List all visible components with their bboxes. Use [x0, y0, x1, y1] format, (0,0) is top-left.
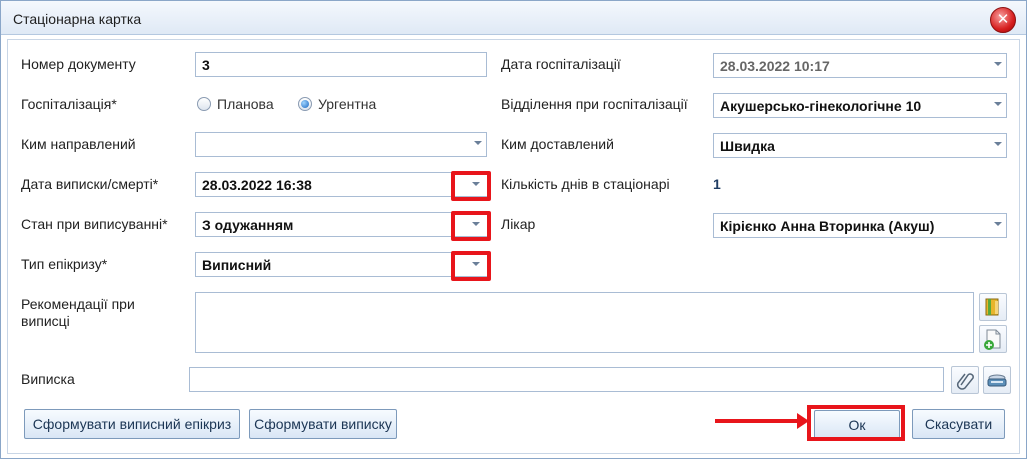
close-button[interactable]: ✕ — [990, 7, 1016, 33]
department-value: Акушерсько-гінекологічне 10 — [720, 98, 922, 114]
chevron-down-icon[interactable] — [994, 62, 1002, 66]
add-document-icon — [984, 329, 1001, 350]
hospitalization-date-value: 28.03.2022 10:17 — [720, 58, 830, 74]
chevron-down-icon[interactable] — [994, 102, 1002, 106]
department-combo[interactable]: Акушерсько-гінекологічне 10 — [713, 93, 1007, 118]
doctor-label: Лікар — [501, 216, 536, 232]
form-epicrisis-button[interactable]: Сформувати виписний епікриз — [24, 409, 240, 439]
attach-button[interactable] — [951, 366, 979, 394]
cancel-button[interactable]: Скасувати — [912, 409, 1005, 439]
scan-button[interactable] — [983, 366, 1011, 394]
add-document-button[interactable] — [979, 325, 1007, 353]
epicrisis-type-value: Виписний — [202, 257, 272, 273]
delivered-by-label: Ким доставлений — [501, 136, 614, 152]
window-title: Стаціонарна картка — [13, 11, 142, 27]
chevron-down-icon[interactable] — [474, 141, 482, 145]
doctor-value: Кірієнко Анна Вторинка (Акуш) — [720, 218, 935, 234]
book-templates-button[interactable] — [979, 293, 1007, 321]
department-label: Відділення при госпіталізації — [501, 96, 688, 112]
hospitalization-date-combo[interactable]: 28.03.2022 10:17 — [713, 53, 1007, 78]
doctor-combo[interactable]: Кірієнко Анна Вторинка (Акуш) — [713, 213, 1007, 238]
dialog-window: Стаціонарна картка ✕ Номер документу 3 Д… — [0, 0, 1027, 459]
title-bar: Стаціонарна картка ✕ — [1, 1, 1026, 35]
doc-number-field[interactable]: 3 — [195, 52, 487, 77]
referred-by-label: Ким направлений — [21, 136, 136, 152]
highlight-box — [451, 171, 491, 201]
referred-by-combo[interactable] — [195, 132, 487, 157]
chevron-down-icon[interactable] — [994, 142, 1002, 146]
highlight-box — [451, 251, 491, 281]
hospitalization-label: Госпіталізація* — [21, 96, 117, 112]
radio-planned[interactable] — [197, 97, 211, 111]
discharge-state-combo[interactable]: З одужанням — [195, 212, 489, 237]
book-icon — [985, 298, 999, 316]
extract-field[interactable] — [189, 367, 944, 392]
doc-number-label: Номер документу — [21, 56, 136, 72]
recommendations-textarea[interactable] — [195, 292, 974, 353]
radio-urgent[interactable] — [298, 97, 312, 111]
days-in-hospital-label: Кількість днів в стаціонарі — [501, 176, 670, 192]
extract-label: Виписка — [21, 371, 75, 387]
recommendations-label: Рекомендації при виписці — [21, 296, 135, 329]
discharge-date-value: 28.03.2022 16:38 — [202, 177, 312, 193]
form-extract-button[interactable]: Сформувати виписку — [249, 409, 397, 439]
annotation-arrow — [715, 419, 801, 423]
discharge-date-label: Дата виписки/смерті* — [21, 176, 159, 192]
radio-planned-label: Планова — [217, 96, 274, 112]
delivered-by-value: Швидка — [720, 138, 775, 154]
delivered-by-combo[interactable]: Швидка — [713, 133, 1007, 158]
epicrisis-type-combo[interactable]: Виписний — [195, 252, 489, 277]
discharge-date-combo[interactable]: 28.03.2022 16:38 — [195, 172, 489, 197]
discharge-state-label: Стан при виписуванні* — [21, 216, 168, 232]
radio-urgent-label: Ургентна — [318, 96, 377, 112]
discharge-state-value: З одужанням — [202, 217, 294, 233]
highlight-box — [807, 405, 905, 441]
paperclip-icon — [957, 373, 974, 390]
epicrisis-type-label: Тип епікризу* — [21, 256, 108, 272]
hospitalization-date-label: Дата госпіталізації — [501, 56, 621, 72]
highlight-box — [451, 211, 491, 241]
chevron-down-icon[interactable] — [994, 222, 1002, 226]
days-in-hospital-value: 1 — [713, 176, 721, 192]
scanner-icon — [987, 374, 1007, 387]
